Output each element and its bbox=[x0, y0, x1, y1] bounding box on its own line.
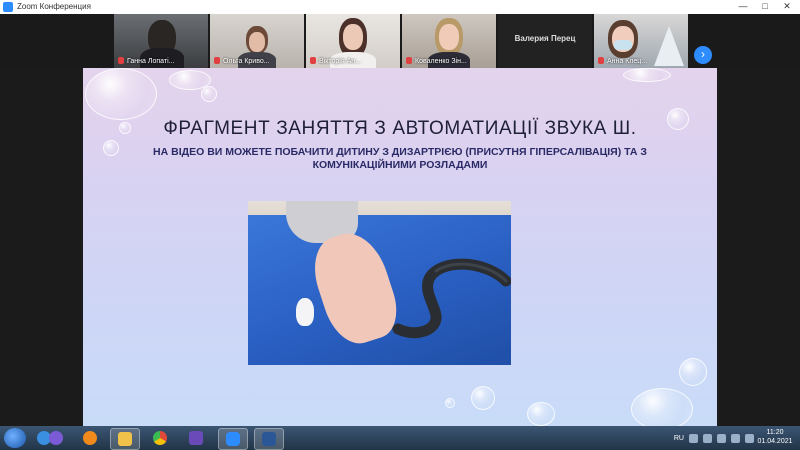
viber-icon[interactable] bbox=[42, 428, 70, 448]
decorative-bubble bbox=[471, 386, 495, 410]
participant-strip: Ганна Лопаті... Ольга Криво... Вікторія … bbox=[0, 14, 800, 68]
participant-tile[interactable]: Валерия Перец bbox=[498, 14, 592, 68]
language-indicator[interactable]: RU bbox=[674, 435, 684, 442]
decorative-bubble bbox=[85, 68, 157, 120]
decorative-bubble bbox=[201, 86, 217, 102]
participant-name: Ольга Криво... bbox=[214, 57, 270, 66]
chevron-right-icon[interactable]: › bbox=[694, 46, 712, 64]
windows-taskbar: RU 11:20 01.04.2021 bbox=[0, 426, 800, 450]
decorative-bubble bbox=[631, 388, 693, 426]
presentation-slide: ФРАГМЕНТ ЗАНЯТТЯ З АВТОМАТИАЦІЇ ЗВУКА Ш.… bbox=[83, 68, 717, 426]
close-button[interactable]: ✕ bbox=[776, 0, 798, 14]
decorative-bubble bbox=[679, 358, 707, 386]
decorative-bubble bbox=[445, 398, 455, 408]
muted-mic-icon bbox=[310, 57, 316, 64]
participant-tile[interactable]: Ольга Криво... bbox=[210, 14, 304, 68]
participant-name: Коваленко Зін... bbox=[406, 57, 467, 66]
zoom-app-icon bbox=[3, 2, 13, 12]
decorative-bubble bbox=[623, 68, 671, 82]
decorative-bubble bbox=[527, 402, 555, 426]
volume-icon[interactable] bbox=[745, 433, 754, 443]
participant-tile[interactable]: Анна Клец... bbox=[594, 14, 688, 68]
window-title: Zoom Конференция bbox=[17, 2, 91, 11]
screen-share-area: ФРАГМЕНТ ЗАНЯТТЯ З АВТОМАТИАЦІЇ ЗВУКА Ш.… bbox=[0, 68, 800, 426]
maximize-button[interactable]: □ bbox=[754, 0, 776, 14]
word-icon[interactable] bbox=[254, 428, 284, 450]
media-player-icon[interactable] bbox=[76, 428, 104, 448]
participant-name-center: Валерия Перец bbox=[514, 34, 576, 43]
muted-mic-icon bbox=[118, 57, 124, 64]
muted-mic-icon bbox=[598, 57, 604, 64]
tray-icon[interactable] bbox=[717, 433, 726, 443]
clock-time: 11:20 bbox=[766, 429, 784, 436]
network-icon[interactable] bbox=[731, 433, 740, 443]
participant-name: Анна Клец... bbox=[598, 57, 647, 66]
save-icon[interactable] bbox=[182, 428, 210, 448]
participant-tile[interactable]: Ганна Лопаті... bbox=[114, 14, 208, 68]
minimize-button[interactable]: — bbox=[732, 0, 754, 14]
clock-date: 01.04.2021 bbox=[757, 438, 793, 445]
muted-mic-icon bbox=[406, 57, 412, 64]
tray-icon[interactable] bbox=[689, 433, 698, 443]
video-clay-snake bbox=[392, 258, 511, 339]
window-titlebar: Zoom Конференция — □ ✕ bbox=[0, 0, 800, 15]
tray-icon[interactable] bbox=[703, 433, 712, 443]
system-tray: RU bbox=[674, 432, 754, 444]
chrome-icon[interactable] bbox=[146, 428, 174, 448]
zoom-icon[interactable] bbox=[218, 428, 248, 450]
slide-subtitle: НА ВІДЕО ВИ МОЖЕТЕ ПОБАЧИТИ ДИТИНУ З ДИЗ… bbox=[153, 146, 647, 171]
embedded-video[interactable] bbox=[248, 201, 511, 365]
participant-name: Вікторія Ан... bbox=[310, 57, 361, 66]
start-orb-icon[interactable] bbox=[4, 428, 26, 448]
slide-title: ФРАГМЕНТ ЗАНЯТТЯ З АВТОМАТИАЦІЇ ЗВУКА Ш. bbox=[163, 118, 637, 139]
system-clock[interactable]: 11:20 01.04.2021 bbox=[756, 428, 794, 446]
participant-name: Ганна Лопаті... bbox=[118, 57, 174, 66]
explorer-icon[interactable] bbox=[110, 428, 140, 450]
muted-mic-icon bbox=[214, 57, 220, 64]
participant-tile[interactable]: Вікторія Ан... bbox=[306, 14, 400, 68]
participant-tile[interactable]: Коваленко Зін... bbox=[402, 14, 496, 68]
